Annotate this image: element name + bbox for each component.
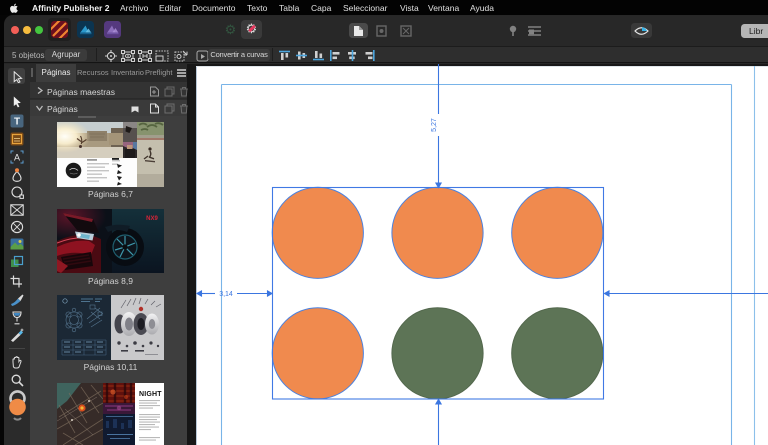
svg-text:A: A bbox=[14, 153, 20, 163]
svg-text:5,27: 5,27 bbox=[431, 118, 438, 132]
svg-text:NIGHT: NIGHT bbox=[139, 391, 162, 398]
svg-text:NX9: NX9 bbox=[146, 216, 158, 222]
svg-text:3,14: 3,14 bbox=[219, 291, 233, 298]
svg-text:T: T bbox=[14, 117, 20, 128]
